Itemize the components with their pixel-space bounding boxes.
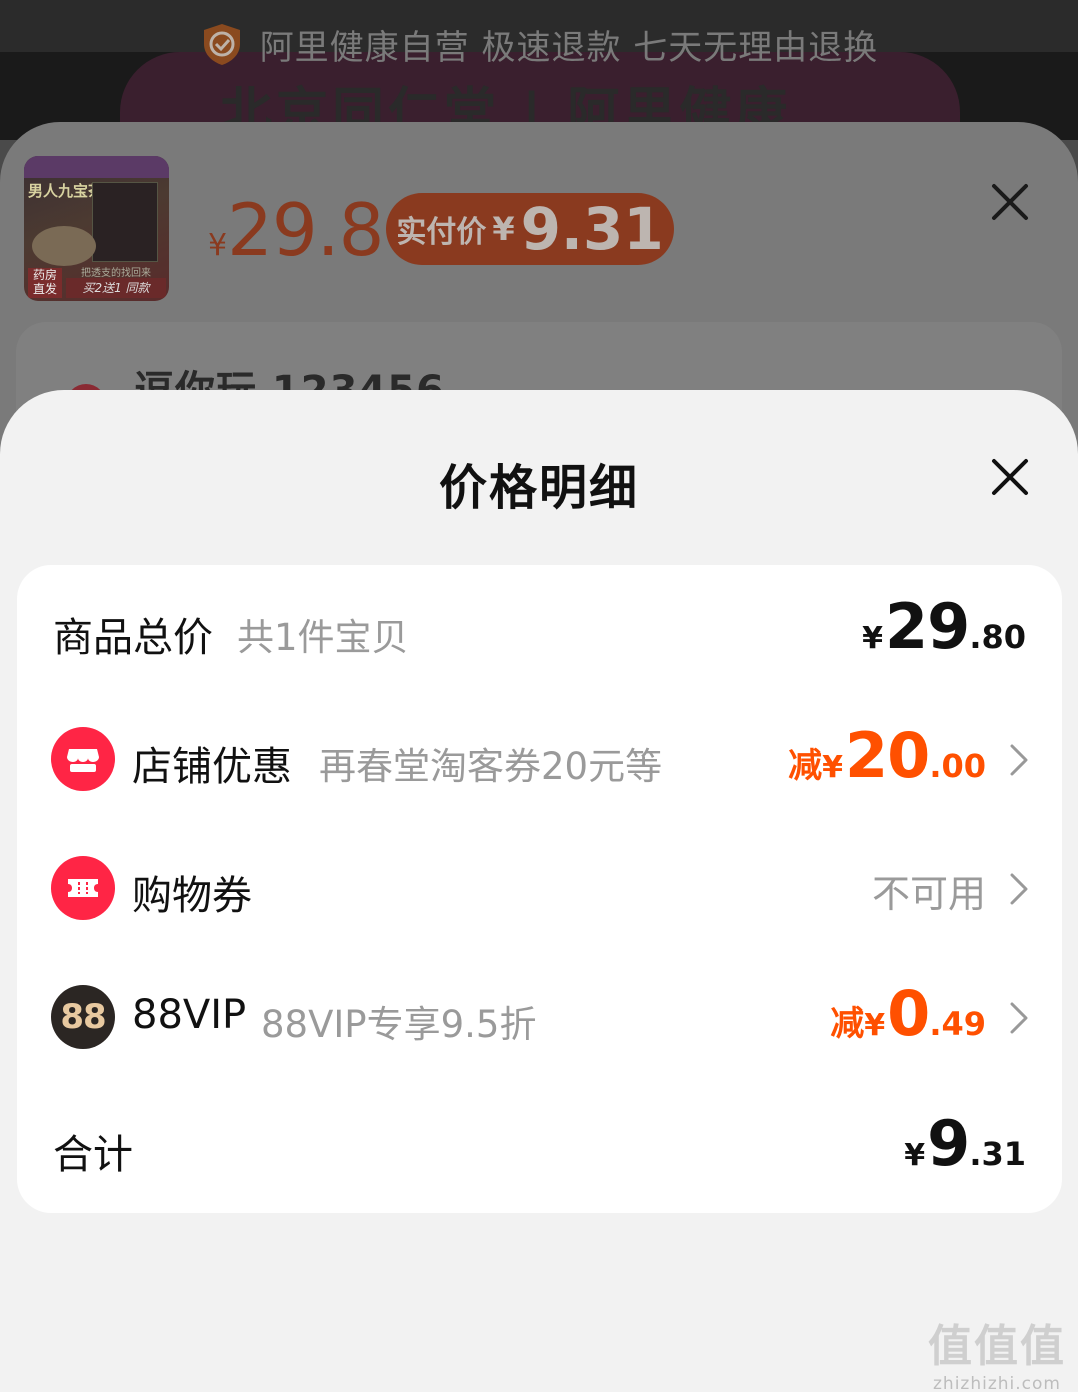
chevron-right-icon <box>1007 1000 1031 1036</box>
chevron-right-icon <box>1007 742 1031 778</box>
watermark-logo: 值值值 <box>928 1321 1066 1372</box>
value-decimal: .80 <box>969 618 1026 656</box>
row-shopping-coupon[interactable]: 购物券 不可用 <box>17 823 1062 953</box>
thumb-caption: 把透支的找回来 <box>81 268 151 279</box>
row-value: 减 ¥ 0 .49 <box>830 977 986 1050</box>
paid-price-label: 实付价 <box>396 215 487 250</box>
value-decimal: .49 <box>929 1005 986 1043</box>
88vip-icon-text: 88 <box>60 997 106 1037</box>
value-decimal: .00 <box>929 747 986 785</box>
close-icon[interactable] <box>988 455 1032 499</box>
row-title: 合计 <box>53 1132 133 1178</box>
product-thumbnail[interactable]: 男人九宝茶 把透支的找回来 药房直发 买2送1 同款 <box>24 156 169 301</box>
row-subtitle: 再春堂淘客券20元等 <box>319 745 663 788</box>
watermark-url: zhizhizhi.com <box>933 1374 1061 1392</box>
paid-price-pill[interactable]: 实付价 ¥ 9.31 <box>386 193 674 265</box>
row-subtitle: 88VIP专享9.5折 <box>261 1003 537 1046</box>
row-total: 合计 ¥ 9 .31 <box>17 1082 1062 1212</box>
value-prefix: 减 <box>788 746 823 786</box>
row-value: 减 ¥ 20 .00 <box>788 719 986 792</box>
value-currency: ¥ <box>904 1138 926 1173</box>
row-value: 不可用 <box>872 863 986 933</box>
row-title: 店铺优惠 <box>132 744 292 790</box>
value-currency: ¥ <box>862 621 884 656</box>
sku-close-icon[interactable] <box>988 180 1032 224</box>
row-item-total: 商品总价 共1件宝贝 ¥ 29 .80 <box>17 565 1062 695</box>
chevron-right-icon <box>1007 871 1031 907</box>
row-title: 购物券 <box>132 873 252 919</box>
thumb-tea-bowl <box>32 226 96 266</box>
sku-price: ¥ 29.8 <box>208 188 384 272</box>
coupon-icon <box>51 856 115 920</box>
thumb-corner-tag: 药房直发 <box>28 268 62 298</box>
value-decimal: .31 <box>969 1135 1026 1173</box>
88vip-icon: 88 <box>51 985 115 1049</box>
store-notice: 阿里健康自营 极速退款 七天无理由退换 <box>0 20 1078 68</box>
row-value: ¥ 9 .31 <box>904 1107 1026 1180</box>
price-amount: 29.8 <box>227 188 384 272</box>
row-title: 商品总价 <box>53 615 213 661</box>
value-integer: 29 <box>885 590 970 663</box>
row-88vip[interactable]: 88 88VIP 88VIP专享9.5折 减 ¥ 0 .49 <box>17 952 1062 1082</box>
price-currency: ¥ <box>208 228 228 263</box>
row-subtitle: 共1件宝贝 <box>237 616 409 659</box>
site-watermark: 值值值 zhizhizhi.com <box>922 1310 1072 1392</box>
thumb-brand-strip <box>24 156 169 178</box>
notice-text: 阿里健康自营 极速退款 七天无理由退换 <box>259 27 879 68</box>
value-currency: ¥ <box>864 1008 886 1043</box>
screen: 阿里健康自营 极速退款 七天无理由退换 北京同仁堂 | 阿里健康 男人九宝茶 把… <box>0 0 1078 1392</box>
shield-check-icon <box>200 22 244 66</box>
sheet-title: 价格明细 <box>438 460 639 516</box>
paid-price-amount: 9.31 <box>520 195 664 263</box>
row-title: 88VIP <box>132 992 247 1038</box>
row-shop-discount[interactable]: 店铺优惠 再春堂淘客券20元等 减 ¥ 20 .00 <box>17 694 1062 824</box>
value-integer: 9 <box>927 1107 970 1180</box>
banner-title: 北京同仁堂 | 阿里健康 <box>220 83 792 130</box>
value-integer: 0 <box>887 977 930 1050</box>
value-text: 不可用 <box>871 872 986 916</box>
thumb-package <box>92 182 158 262</box>
thumb-promo-tag: 买2送1 同款 <box>66 278 166 298</box>
value-prefix: 减 <box>830 1004 865 1044</box>
value-integer: 20 <box>845 719 930 792</box>
shop-icon <box>51 727 115 791</box>
paid-price-currency: ¥ <box>492 210 515 248</box>
row-value: ¥ 29 .80 <box>862 590 1026 663</box>
value-currency: ¥ <box>822 750 844 785</box>
